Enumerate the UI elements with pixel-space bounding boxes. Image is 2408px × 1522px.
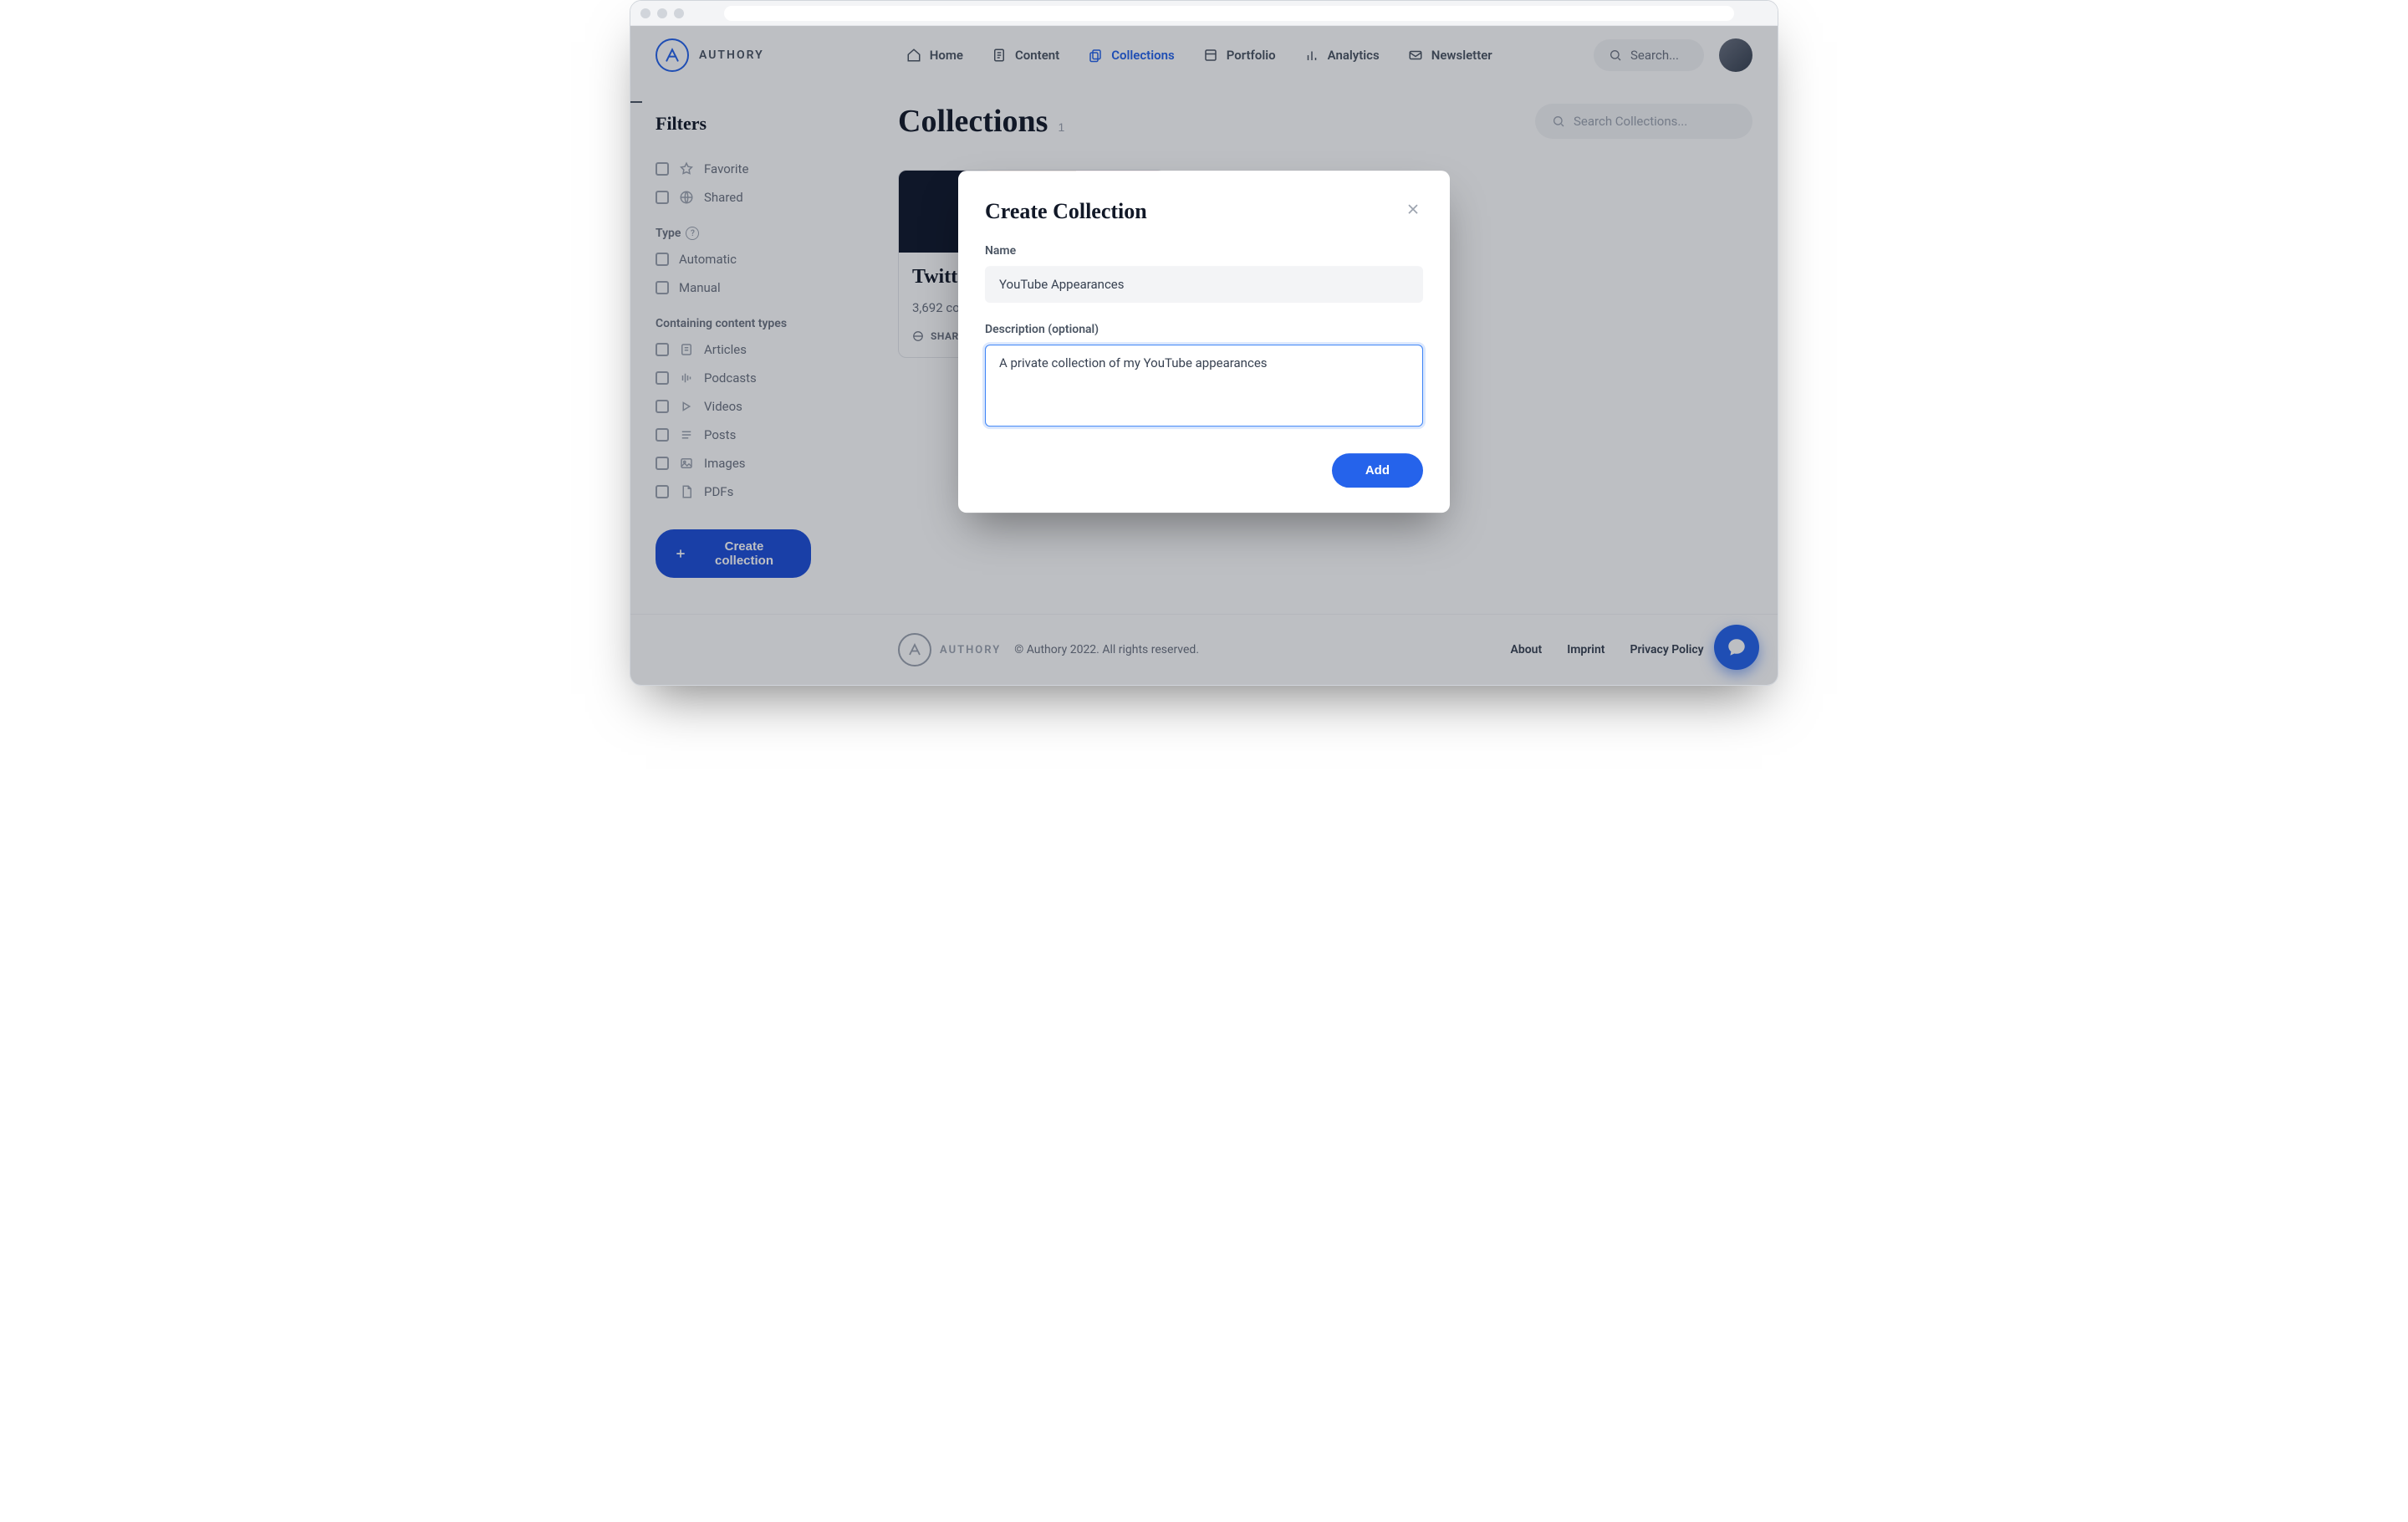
window-titlebar xyxy=(630,1,1778,26)
add-button[interactable]: Add xyxy=(1332,453,1423,488)
description-input[interactable] xyxy=(985,345,1423,426)
modal-actions: Add xyxy=(985,453,1423,488)
description-field-label: Description (optional) xyxy=(985,323,1423,336)
address-bar[interactable] xyxy=(724,6,1734,21)
traffic-light-zoom[interactable] xyxy=(674,8,684,18)
app-root: AUTHORY Home Content xyxy=(630,26,1778,685)
name-field-label: Name xyxy=(985,244,1423,258)
name-input[interactable] xyxy=(985,266,1423,303)
create-collection-modal: Create Collection Name Description (opti… xyxy=(958,171,1450,513)
traffic-light-close[interactable] xyxy=(640,8,650,18)
modal-title: Create Collection xyxy=(985,199,1147,224)
traffic-light-minimize[interactable] xyxy=(657,8,667,18)
add-button-label: Add xyxy=(1365,463,1390,478)
modal-header: Create Collection xyxy=(985,199,1423,224)
browser-window: AUTHORY Home Content xyxy=(630,0,1778,686)
close-icon[interactable] xyxy=(1403,199,1423,219)
